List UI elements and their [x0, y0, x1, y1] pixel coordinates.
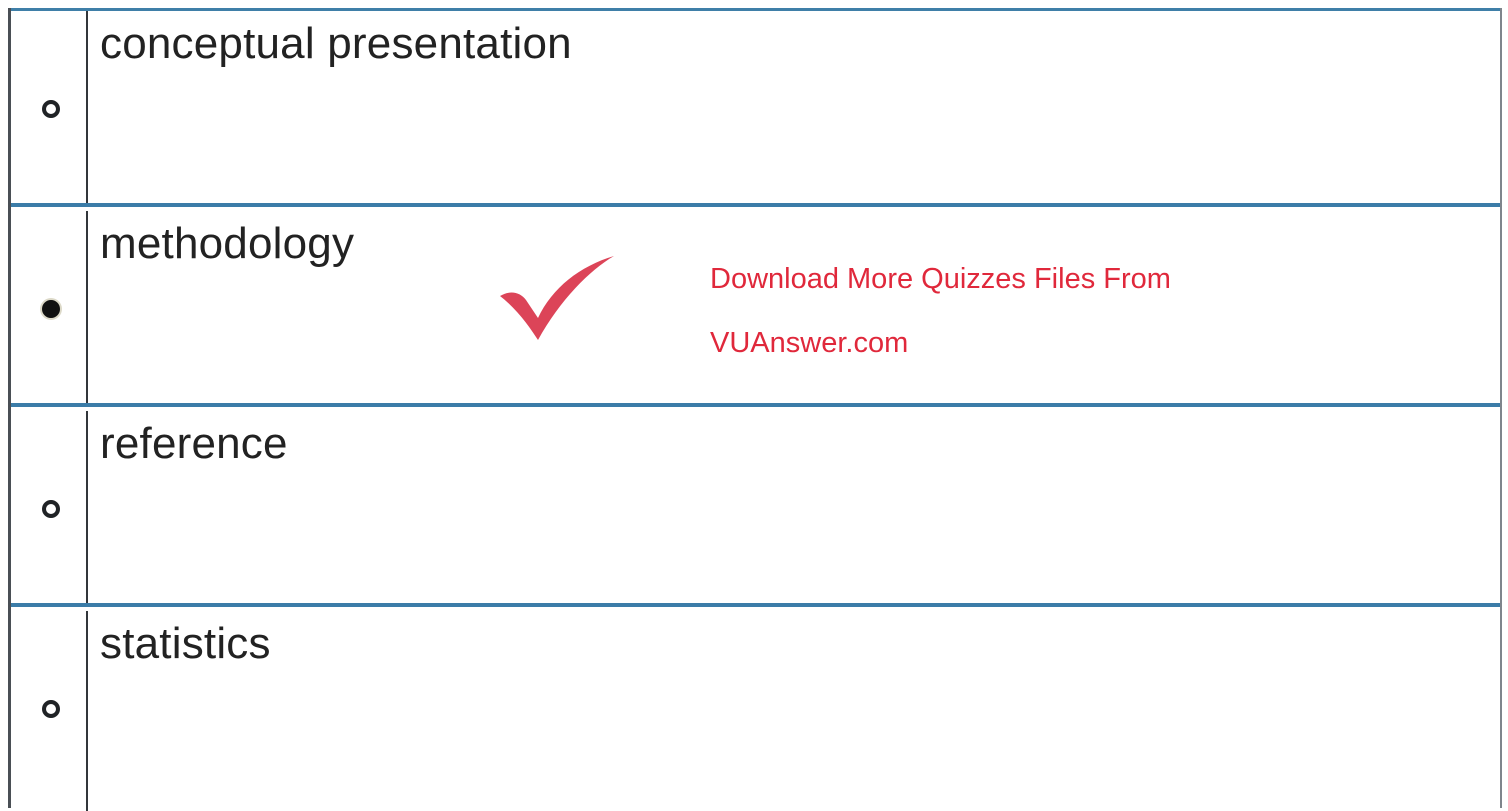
radio-cell	[11, 211, 88, 403]
answer-option-row[interactable]: conceptual presentation	[11, 11, 1500, 207]
radio-button-unselected[interactable]	[42, 100, 60, 118]
radio-button-unselected[interactable]	[42, 500, 60, 518]
radio-cell	[11, 611, 88, 811]
watermark-text-line-1: Download More Quizzes Files From	[710, 263, 1171, 295]
radio-button-selected[interactable]	[42, 300, 60, 318]
answer-option-row[interactable]: methodology	[11, 211, 1500, 407]
option-label: conceptual presentation	[100, 19, 572, 68]
answer-options-table: conceptual presentation methodology refe…	[8, 8, 1502, 811]
checkmark-icon	[500, 256, 614, 340]
option-label: methodology	[100, 219, 355, 268]
watermark-text-line-2: VUAnswer.com	[710, 327, 909, 359]
radio-button-unselected[interactable]	[42, 700, 60, 718]
answer-option-row[interactable]: statistics	[11, 611, 1500, 811]
option-label: reference	[100, 419, 288, 468]
radio-cell	[11, 411, 88, 603]
option-label: statistics	[100, 619, 271, 668]
radio-cell	[11, 11, 88, 203]
answer-option-row[interactable]: reference	[11, 411, 1500, 607]
